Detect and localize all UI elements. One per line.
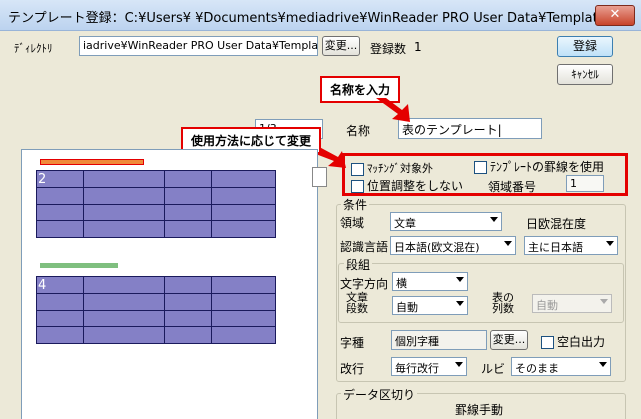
- preview-scrollbar-thumb[interactable]: [312, 167, 327, 187]
- table-columns-label: 表の 列数: [492, 292, 514, 314]
- conditions-title: 条件: [341, 196, 370, 213]
- space-output-label: 空白出力: [557, 335, 606, 349]
- chevron-down-icon: [490, 217, 498, 222]
- template-preview[interactable]: 2 4: [21, 149, 318, 419]
- area-2-label: 4: [38, 278, 47, 293]
- text-direction-value: 横: [396, 277, 407, 290]
- chevron-down-icon: [600, 299, 608, 304]
- area-1-label: 2: [38, 172, 47, 187]
- name-hint-arrow: [376, 98, 410, 122]
- use-rules-checkbox[interactable]: ﾃﾝﾌﾟﾚｰﾄの罫線を使用: [474, 158, 604, 175]
- chevron-down-icon: [456, 277, 464, 282]
- text-direction-label: 文字方向: [340, 277, 389, 291]
- area-type-label: 領域: [340, 216, 365, 230]
- template-registration-dialog: テンプレート登録：C:¥Users¥ ¥Documents¥mediadrive…: [0, 0, 641, 419]
- ej-mix-select[interactable]: 主に日本語: [524, 236, 618, 255]
- chevron-down-icon: [599, 362, 607, 367]
- data-separation-title: データ区切り: [341, 386, 418, 403]
- chevron-down-icon: [606, 241, 614, 246]
- ruby-label: ルビ: [481, 362, 506, 376]
- preview-table-1[interactable]: [36, 170, 276, 238]
- column-group: [338, 263, 624, 323]
- text-columns-label: 文章 段数: [346, 292, 368, 314]
- area-number-label: 領域番号: [488, 180, 537, 194]
- exclude-matching-label: ﾏｯﾁﾝｸﾞ対象外: [367, 162, 433, 175]
- area-2-header-bar: [40, 263, 118, 268]
- area-1-header-bar: [40, 159, 144, 165]
- area-number-input[interactable]: 1: [566, 175, 604, 192]
- area-type-select[interactable]: 文章: [390, 212, 502, 231]
- ej-mix-label: 日欧混在度: [526, 217, 587, 231]
- char-type-field: 個別字種: [391, 330, 487, 350]
- chevron-down-icon: [456, 301, 464, 306]
- use-rules-label: ﾃﾝﾌﾟﾚｰﾄの罫線を使用: [490, 160, 605, 174]
- newline-value: 毎行改行: [395, 362, 439, 375]
- recognition-language-value: 日本語(欧文混在): [394, 241, 480, 254]
- recognition-language-select[interactable]: 日本語(欧文混在): [390, 236, 516, 255]
- text-direction-select[interactable]: 横: [392, 272, 468, 291]
- newline-select[interactable]: 毎行改行: [391, 357, 467, 376]
- recognition-language-label: 認識言語: [340, 240, 389, 254]
- chevron-down-icon: [504, 241, 512, 246]
- ruby-value: そのまま: [515, 362, 559, 375]
- no-position-adjust-checkbox[interactable]: 位置調整をしない: [351, 177, 463, 194]
- chevron-down-icon: [455, 362, 463, 367]
- ej-mix-value: 主に日本語: [528, 241, 583, 254]
- text-columns-label-line2: 段数: [346, 302, 368, 315]
- table-columns-select[interactable]: 自動: [532, 294, 612, 313]
- table-columns-value: 自動: [536, 299, 558, 312]
- column-group-title: 段組: [344, 256, 373, 273]
- rule-manual-label: 罫線手動: [455, 403, 504, 417]
- table-columns-label-line2: 列数: [492, 302, 514, 315]
- text-columns-select[interactable]: 自動: [392, 296, 468, 315]
- newline-label: 改行: [340, 362, 365, 376]
- exclude-matching-box[interactable]: [351, 162, 364, 176]
- space-output-box[interactable]: [541, 336, 554, 349]
- no-position-adjust-box[interactable]: [351, 180, 364, 193]
- char-type-label: 字種: [340, 336, 365, 350]
- use-rules-box[interactable]: [474, 161, 487, 174]
- text-columns-value: 自動: [396, 301, 418, 314]
- no-position-adjust-label: 位置調整をしない: [367, 179, 464, 193]
- area-type-value: 文章: [394, 217, 416, 230]
- ruby-select[interactable]: そのまま: [511, 357, 611, 376]
- exclude-matching-checkbox[interactable]: ﾏｯﾁﾝｸﾞ対象外: [351, 160, 433, 176]
- char-type-change-button[interactable]: 変更...: [490, 330, 528, 350]
- space-output-checkbox[interactable]: 空白出力: [541, 333, 605, 350]
- preview-table-2[interactable]: [36, 276, 276, 344]
